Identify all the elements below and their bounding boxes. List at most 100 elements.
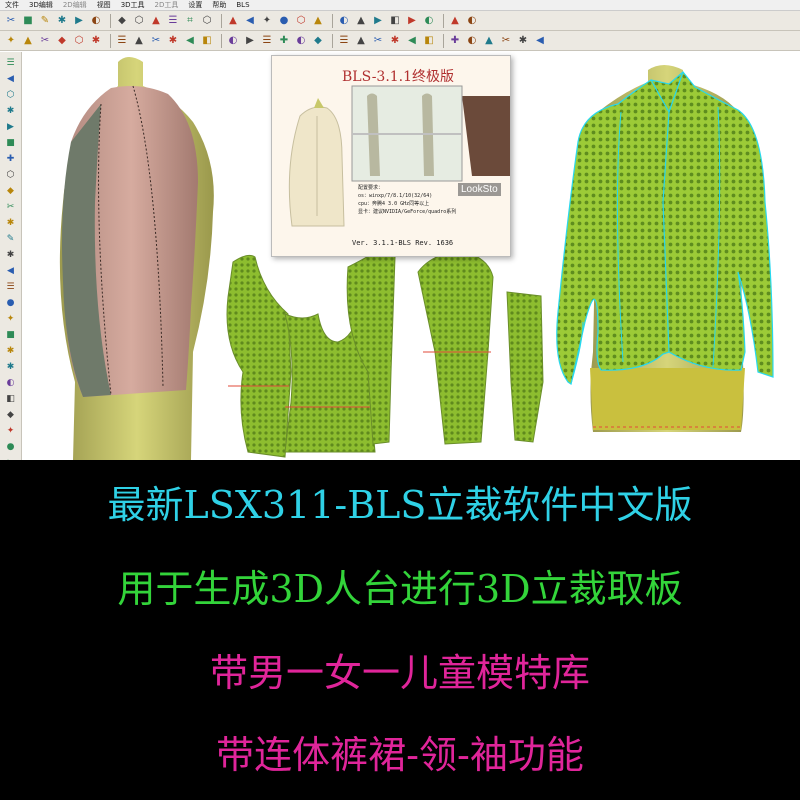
line-2-icon[interactable]: ✱ <box>516 34 530 48</box>
join-icon[interactable]: ● <box>3 296 19 309</box>
jacket <box>556 71 774 385</box>
number-icon[interactable]: ✦ <box>3 312 19 325</box>
measure-icon[interactable]: ▲ <box>354 14 368 28</box>
menu-2d-edit[interactable]: 2D编辑 <box>58 0 92 10</box>
text-icon[interactable]: ■ <box>3 328 19 341</box>
dart-icon[interactable]: ✱ <box>3 216 19 229</box>
mannequin-right[interactable] <box>556 65 774 432</box>
mannequin-4-icon[interactable]: ✱ <box>166 34 180 48</box>
mannequin-left[interactable] <box>59 57 214 460</box>
ruler-icon[interactable]: ✱ <box>3 360 19 373</box>
zoom-out-icon[interactable]: ▲ <box>226 14 240 28</box>
toolbar-separator <box>443 33 444 48</box>
menu-bls[interactable]: BLS <box>231 0 254 10</box>
needle-icon[interactable]: ✚ <box>277 34 291 48</box>
dress-icon[interactable]: ▶ <box>243 34 257 48</box>
mannequin-6-icon[interactable]: ◧ <box>200 34 214 48</box>
mirror-icon[interactable]: ◀ <box>3 264 19 277</box>
palette-icon[interactable]: ✱ <box>89 34 103 48</box>
lasso-icon[interactable]: ▲ <box>21 34 35 48</box>
scale-icon[interactable]: ◧ <box>3 392 19 405</box>
arc-icon[interactable]: ⬡ <box>3 168 19 181</box>
print-icon[interactable]: ✱ <box>55 14 69 28</box>
paste-icon[interactable]: ◧ <box>388 14 402 28</box>
line-3-icon[interactable]: ◀ <box>533 34 547 48</box>
cube-icon[interactable]: ✦ <box>260 14 274 28</box>
brush-icon[interactable]: ✱ <box>3 104 19 117</box>
curve-6-icon[interactable]: ✱ <box>388 34 402 48</box>
export-icon[interactable]: ▶ <box>405 14 419 28</box>
move-icon[interactable]: ▲ <box>149 14 163 28</box>
layer-icon[interactable]: ✂ <box>38 34 52 48</box>
pin-icon[interactable]: ◐ <box>226 34 240 48</box>
rotate-icon[interactable]: ☰ <box>166 14 180 28</box>
link-icon[interactable]: ▲ <box>448 14 462 28</box>
mannequin-1-icon[interactable]: ☰ <box>115 34 129 48</box>
pattern-piece-sleeve-under[interactable] <box>506 291 544 443</box>
pattern-piece-back[interactable] <box>226 254 292 458</box>
rect-icon[interactable]: ✂ <box>3 200 19 213</box>
flip-icon[interactable]: ◆ <box>3 408 19 421</box>
pencil-icon[interactable]: ⬡ <box>3 88 19 101</box>
mannequin-3-icon[interactable]: ✂ <box>149 34 163 48</box>
window-icon[interactable]: ◀ <box>243 14 257 28</box>
grade-icon[interactable]: ● <box>3 440 19 453</box>
curve-4-icon[interactable]: ▲ <box>354 34 368 48</box>
toolbar-separator <box>221 13 222 28</box>
curve-2-icon[interactable]: ◆ <box>311 34 325 48</box>
curve-3-icon[interactable]: ☰ <box>337 34 351 48</box>
undo-icon[interactable]: ▶ <box>72 14 86 28</box>
curve-8-icon[interactable]: ◧ <box>422 34 436 48</box>
eraser-icon[interactable]: ▲ <box>482 34 496 48</box>
zoom-in-icon[interactable]: ⬡ <box>200 14 214 28</box>
line-1-icon[interactable]: ✂ <box>499 34 513 48</box>
cut-icon[interactable]: ☰ <box>3 280 19 293</box>
menu-settings[interactable]: 设置 <box>183 0 207 10</box>
curve-1-icon[interactable]: ◐ <box>294 34 308 48</box>
pattern-piece-sleeve-top[interactable] <box>417 251 494 445</box>
select-box-icon[interactable]: ◀ <box>3 72 19 85</box>
save-icon[interactable]: ✎ <box>38 14 52 28</box>
grid-view-icon[interactable]: ◆ <box>55 34 69 48</box>
settings-icon[interactable]: ◐ <box>465 14 479 28</box>
pattern-pieces[interactable] <box>226 246 544 458</box>
fit-icon[interactable]: ⌗ <box>183 14 197 28</box>
light-icon[interactable]: ▲ <box>311 14 325 28</box>
rotate-tool-icon[interactable]: ◐ <box>3 376 19 389</box>
curve-icon[interactable]: ✚ <box>3 152 19 165</box>
select-icon[interactable]: ✦ <box>4 34 18 48</box>
menu-file[interactable]: 文件 <box>0 0 24 10</box>
triangle-icon[interactable]: ⬡ <box>72 34 86 48</box>
new-icon[interactable]: ✂ <box>4 14 18 28</box>
import-icon[interactable]: ◐ <box>422 14 436 28</box>
grid-icon[interactable]: ● <box>277 14 291 28</box>
menu-view[interactable]: 视图 <box>92 0 116 10</box>
redo-icon[interactable]: ◐ <box>89 14 103 28</box>
line-icon[interactable]: ▶ <box>3 120 19 133</box>
button-icon[interactable]: ✱ <box>3 248 19 261</box>
hand-icon[interactable]: ◆ <box>115 14 129 28</box>
circle-icon[interactable]: ◆ <box>3 184 19 197</box>
menu-help[interactable]: 帮助 <box>207 0 231 10</box>
arrow-icon[interactable]: ☰ <box>3 56 19 69</box>
mannequin-2-icon[interactable]: ▲ <box>132 34 146 48</box>
curve-7-icon[interactable]: ◀ <box>405 34 419 48</box>
banner-line-2: 用于生成3D人台进行3D立裁取板 <box>117 567 683 611</box>
crosshair-icon[interactable]: ◐ <box>337 14 351 28</box>
mannequin-5-icon[interactable]: ◀ <box>183 34 197 48</box>
align-icon[interactable]: ✦ <box>3 424 19 437</box>
polyline-icon[interactable]: ■ <box>3 136 19 149</box>
curve-9-icon[interactable]: ✚ <box>448 34 462 48</box>
menu-3d-tools[interactable]: 3D工具 <box>116 0 150 10</box>
measure-tool-icon[interactable]: ✱ <box>3 344 19 357</box>
view-icon[interactable]: ⬡ <box>294 14 308 28</box>
curve-10-icon[interactable]: ◐ <box>465 34 479 48</box>
pen-icon[interactable]: ☰ <box>260 34 274 48</box>
menu-2d-tools[interactable]: 2D工具 <box>150 0 184 10</box>
copy-icon[interactable]: ▶ <box>371 14 385 28</box>
notch-icon[interactable]: ✎ <box>3 232 19 245</box>
open-icon[interactable]: ■ <box>21 14 35 28</box>
pan-icon[interactable]: ⬡ <box>132 14 146 28</box>
curve-5-icon[interactable]: ✂ <box>371 34 385 48</box>
menu-3d-edit[interactable]: 3D编辑 <box>24 0 58 10</box>
